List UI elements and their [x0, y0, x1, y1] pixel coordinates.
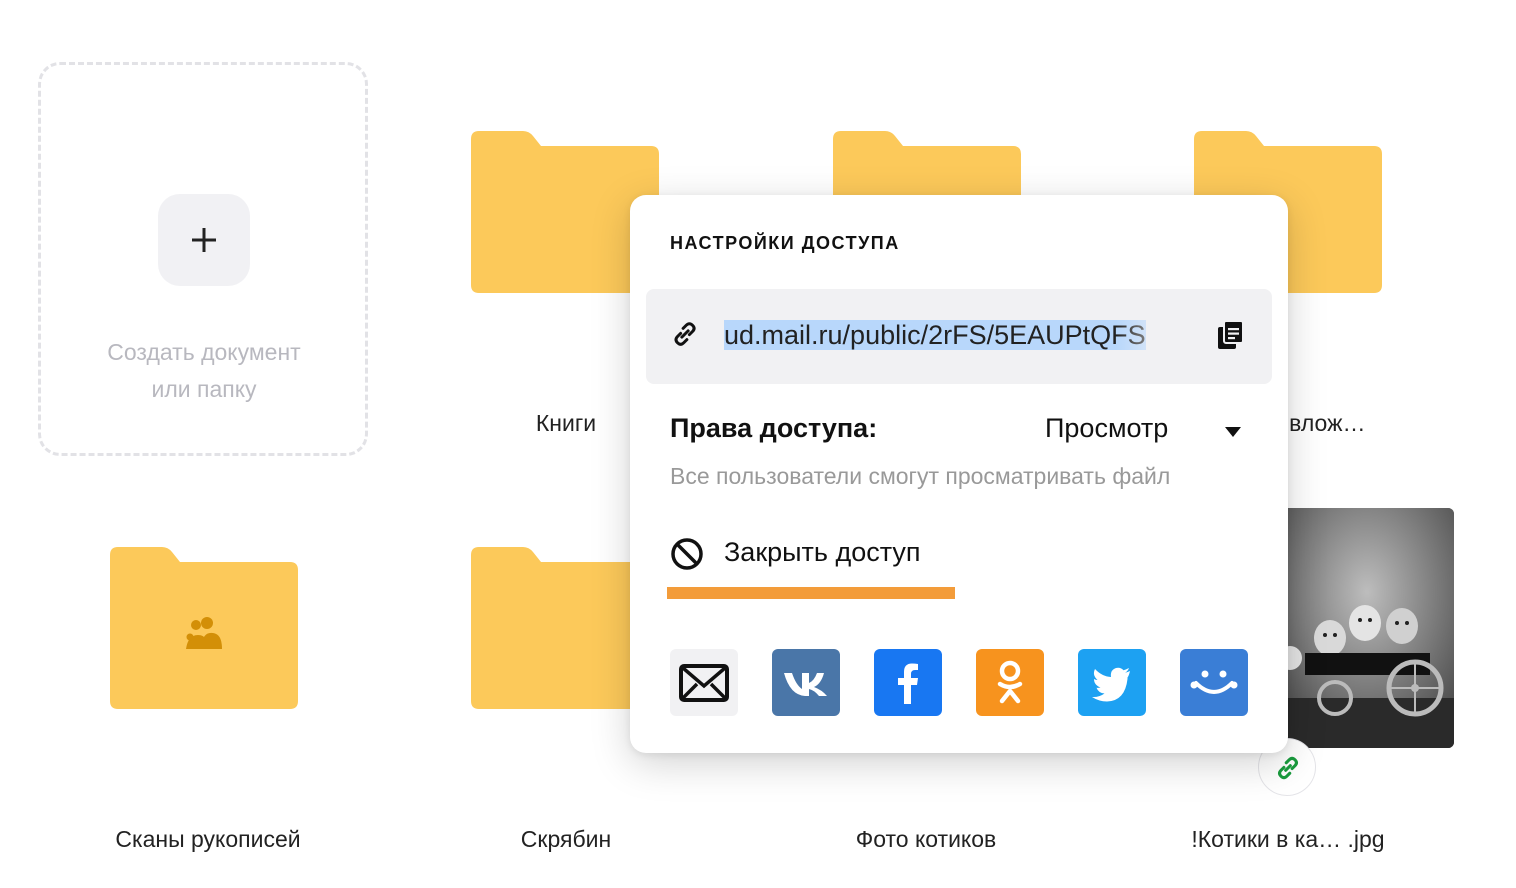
close-access-button[interactable]: Закрыть доступ — [670, 533, 970, 577]
mail-icon — [679, 664, 729, 702]
share-mail-button[interactable] — [670, 649, 738, 716]
folder-name[interactable]: Сканы рукописей — [60, 826, 356, 853]
folder-name[interactable]: е влож… — [1270, 410, 1400, 437]
link-icon — [674, 322, 696, 346]
link-icon — [1278, 756, 1298, 780]
access-rights-label: Права доступа: — [670, 413, 878, 443]
copy-icon[interactable] — [1216, 319, 1246, 351]
plus-icon — [192, 228, 216, 252]
myworld-icon — [1190, 670, 1238, 694]
create-label-line2: или папку — [151, 376, 257, 402]
share-myworld-button[interactable] — [1180, 649, 1248, 716]
block-icon — [671, 538, 703, 570]
share-facebook-button[interactable] — [874, 649, 942, 716]
create-label-line1: Создать документ — [107, 339, 301, 365]
public-link-selected: ud.mail.ru/public/2rFS/5EAUPtQFS — [724, 320, 1146, 350]
public-link-field[interactable]: ud.mail.ru/public/2rFS/5EAUPtQFS — [646, 289, 1272, 384]
caret-down-icon[interactable] — [1224, 426, 1242, 438]
access-settings-popup: НАСТРОЙКИ ДОСТУПА ud.mail.ru/public/2rFS… — [630, 195, 1288, 753]
create-plus-button[interactable] — [158, 194, 250, 286]
access-rights-hint: Все пользователи смогут просматривать фа… — [670, 463, 1171, 489]
photo-thumbnail[interactable] — [1280, 508, 1454, 748]
focus-indicator — [667, 587, 955, 599]
shared-folder-icon[interactable] — [110, 547, 300, 709]
close-access-label: Закрыть доступ — [724, 537, 921, 567]
file-name[interactable]: !Котики в ка… .jpg — [1160, 826, 1416, 853]
facebook-icon — [898, 663, 918, 704]
odnoklassniki-icon — [997, 660, 1023, 704]
twitter-icon — [1092, 667, 1130, 702]
share-vk-button[interactable] — [772, 649, 840, 716]
vk-icon — [784, 673, 827, 696]
share-twitter-button[interactable] — [1078, 649, 1146, 716]
folder-name[interactable]: Скрябин — [471, 826, 661, 853]
access-rights-select[interactable]: Просмотр — [1045, 413, 1168, 444]
folder-name[interactable]: Фото котиков — [800, 826, 1052, 853]
link-fade — [1116, 289, 1196, 384]
create-label: Создать документ или папку — [60, 334, 348, 408]
share-ok-button[interactable] — [976, 649, 1044, 716]
popup-title: НАСТРОЙКИ ДОСТУПА — [670, 233, 900, 253]
